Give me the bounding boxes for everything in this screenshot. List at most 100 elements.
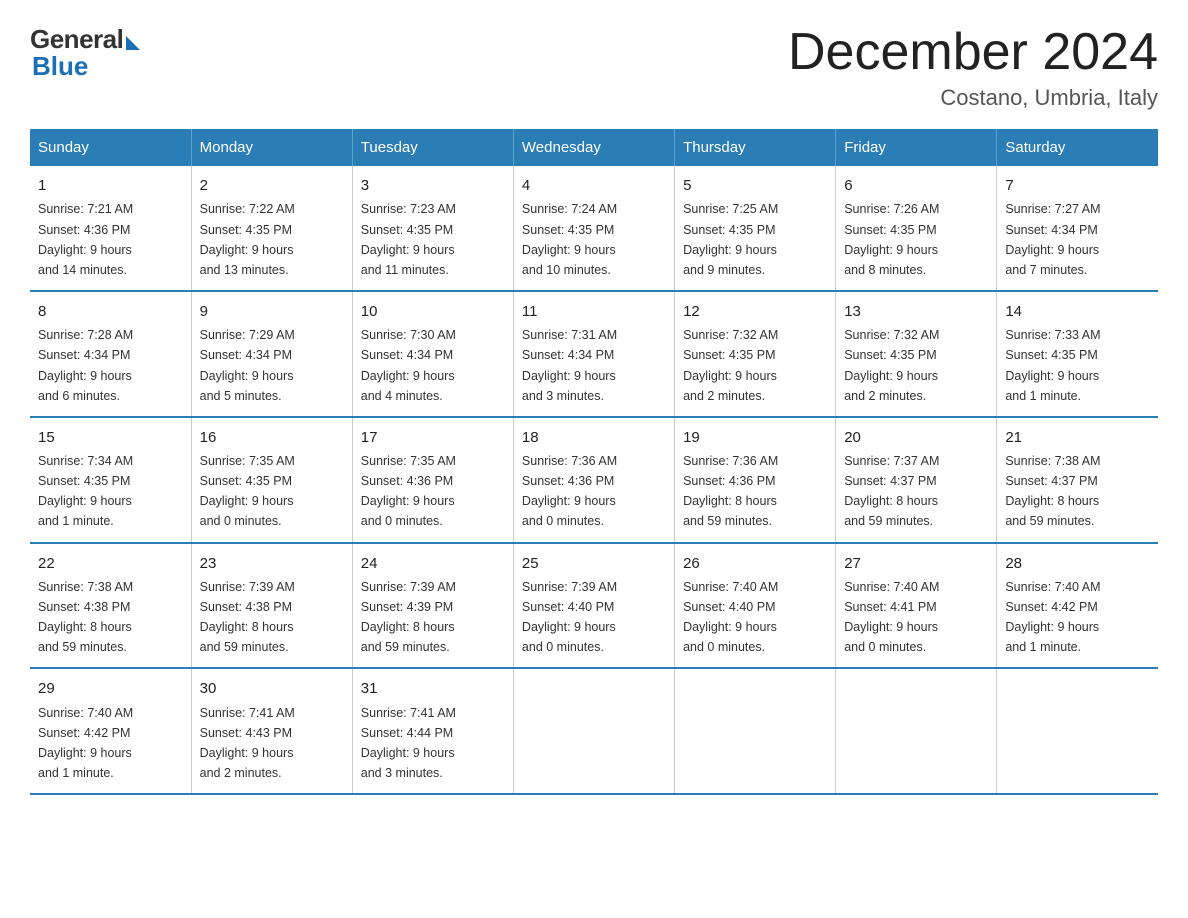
title-block: December 2024 Costano, Umbria, Italy [788,24,1158,111]
day-info: Sunrise: 7:23 AM Sunset: 4:35 PM Dayligh… [361,202,456,276]
day-info: Sunrise: 7:27 AM Sunset: 4:34 PM Dayligh… [1005,202,1100,276]
day-number: 2 [200,174,344,197]
day-number: 22 [38,552,183,575]
day-number: 31 [361,677,505,700]
calendar-cell: 18 Sunrise: 7:36 AM Sunset: 4:36 PM Dayli… [513,417,674,543]
page-header: General Blue December 2024 Costano, Umbr… [30,24,1158,111]
day-number: 4 [522,174,666,197]
day-info: Sunrise: 7:31 AM Sunset: 4:34 PM Dayligh… [522,328,617,402]
day-info: Sunrise: 7:24 AM Sunset: 4:35 PM Dayligh… [522,202,617,276]
day-number: 23 [200,552,344,575]
day-number: 3 [361,174,505,197]
calendar-week-row: 22Sunrise: 7:38 AM Sunset: 4:38 PM Dayli… [30,543,1158,669]
day-header-thursday: Thursday [675,129,836,166]
day-info: Sunrise: 7:41 AM Sunset: 4:43 PM Dayligh… [200,706,295,780]
day-header-monday: Monday [191,129,352,166]
calendar-cell: 23 Sunrise: 7:39 AM Sunset: 4:38 PM Dayli… [191,543,352,669]
day-info: Sunrise: 7:35 AM Sunset: 4:35 PM Dayligh… [200,454,295,528]
calendar-cell: 17 Sunrise: 7:35 AM Sunset: 4:36 PM Dayli… [352,417,513,543]
day-number: 20 [844,426,988,449]
day-number: 10 [361,300,505,323]
day-info: Sunrise: 7:34 AM Sunset: 4:35 PM Dayligh… [38,454,133,528]
calendar-cell: 22Sunrise: 7:38 AM Sunset: 4:38 PM Dayli… [30,543,191,669]
calendar-cell: 2 Sunrise: 7:22 AM Sunset: 4:35 PM Daylig… [191,166,352,291]
calendar-week-row: 8 Sunrise: 7:28 AM Sunset: 4:34 PM Daylig… [30,291,1158,417]
calendar-cell: 8 Sunrise: 7:28 AM Sunset: 4:34 PM Daylig… [30,291,191,417]
calendar-cell: 3 Sunrise: 7:23 AM Sunset: 4:35 PM Daylig… [352,166,513,291]
day-number: 11 [522,300,666,323]
calendar-cell: 7Sunrise: 7:27 AM Sunset: 4:34 PM Daylig… [997,166,1158,291]
logo-arrow-icon [126,36,140,50]
day-info: Sunrise: 7:40 AM Sunset: 4:42 PM Dayligh… [38,706,133,780]
day-header-friday: Friday [836,129,997,166]
day-info: Sunrise: 7:36 AM Sunset: 4:36 PM Dayligh… [522,454,617,528]
day-number: 30 [200,677,344,700]
day-number: 24 [361,552,505,575]
calendar-cell: 30 Sunrise: 7:41 AM Sunset: 4:43 PM Dayli… [191,668,352,794]
calendar-cell: 26Sunrise: 7:40 AM Sunset: 4:40 PM Dayli… [675,543,836,669]
day-info: Sunrise: 7:39 AM Sunset: 4:39 PM Dayligh… [361,580,456,654]
logo-blue-text: Blue [32,51,88,82]
day-info: Sunrise: 7:28 AM Sunset: 4:34 PM Dayligh… [38,328,133,402]
day-number: 13 [844,300,988,323]
day-info: Sunrise: 7:40 AM Sunset: 4:41 PM Dayligh… [844,580,939,654]
calendar-cell: 25 Sunrise: 7:39 AM Sunset: 4:40 PM Dayli… [513,543,674,669]
day-info: Sunrise: 7:40 AM Sunset: 4:42 PM Dayligh… [1005,580,1100,654]
calendar-cell: 10 Sunrise: 7:30 AM Sunset: 4:34 PM Dayli… [352,291,513,417]
calendar-cell [997,668,1158,794]
calendar-cell: 6Sunrise: 7:26 AM Sunset: 4:35 PM Daylig… [836,166,997,291]
calendar-cell: 16 Sunrise: 7:35 AM Sunset: 4:35 PM Dayli… [191,417,352,543]
day-info: Sunrise: 7:26 AM Sunset: 4:35 PM Dayligh… [844,202,939,276]
day-info: Sunrise: 7:39 AM Sunset: 4:38 PM Dayligh… [200,580,295,654]
day-info: Sunrise: 7:41 AM Sunset: 4:44 PM Dayligh… [361,706,456,780]
calendar-cell: 21 Sunrise: 7:38 AM Sunset: 4:37 PM Dayli… [997,417,1158,543]
month-title: December 2024 [788,24,1158,81]
calendar-cell [675,668,836,794]
calendar-cell: 27 Sunrise: 7:40 AM Sunset: 4:41 PM Dayli… [836,543,997,669]
day-header-saturday: Saturday [997,129,1158,166]
day-info: Sunrise: 7:35 AM Sunset: 4:36 PM Dayligh… [361,454,456,528]
day-header-tuesday: Tuesday [352,129,513,166]
calendar-cell: 1Sunrise: 7:21 AM Sunset: 4:36 PM Daylig… [30,166,191,291]
calendar-cell [836,668,997,794]
day-number: 28 [1005,552,1150,575]
day-info: Sunrise: 7:32 AM Sunset: 4:35 PM Dayligh… [844,328,939,402]
calendar-cell: 12Sunrise: 7:32 AM Sunset: 4:35 PM Dayli… [675,291,836,417]
calendar-cell: 24 Sunrise: 7:39 AM Sunset: 4:39 PM Dayli… [352,543,513,669]
day-info: Sunrise: 7:25 AM Sunset: 4:35 PM Dayligh… [683,202,778,276]
calendar-cell: 19 Sunrise: 7:36 AM Sunset: 4:36 PM Dayli… [675,417,836,543]
calendar-cell: 9Sunrise: 7:29 AM Sunset: 4:34 PM Daylig… [191,291,352,417]
day-info: Sunrise: 7:39 AM Sunset: 4:40 PM Dayligh… [522,580,617,654]
day-number: 26 [683,552,827,575]
calendar-cell: 11 Sunrise: 7:31 AM Sunset: 4:34 PM Dayli… [513,291,674,417]
calendar-cell: 13 Sunrise: 7:32 AM Sunset: 4:35 PM Dayli… [836,291,997,417]
day-number: 27 [844,552,988,575]
day-number: 21 [1005,426,1150,449]
calendar-table: SundayMondayTuesdayWednesdayThursdayFrid… [30,129,1158,795]
day-info: Sunrise: 7:30 AM Sunset: 4:34 PM Dayligh… [361,328,456,402]
day-number: 15 [38,426,183,449]
calendar-header-row: SundayMondayTuesdayWednesdayThursdayFrid… [30,129,1158,166]
calendar-cell: 31 Sunrise: 7:41 AM Sunset: 4:44 PM Dayli… [352,668,513,794]
calendar-cell: 28 Sunrise: 7:40 AM Sunset: 4:42 PM Dayli… [997,543,1158,669]
day-number: 14 [1005,300,1150,323]
location-text: Costano, Umbria, Italy [788,85,1158,111]
calendar-cell: 5Sunrise: 7:25 AM Sunset: 4:35 PM Daylig… [675,166,836,291]
calendar-cell: 14Sunrise: 7:33 AM Sunset: 4:35 PM Dayli… [997,291,1158,417]
day-number: 19 [683,426,827,449]
day-info: Sunrise: 7:21 AM Sunset: 4:36 PM Dayligh… [38,202,133,276]
day-number: 18 [522,426,666,449]
day-number: 25 [522,552,666,575]
day-info: Sunrise: 7:38 AM Sunset: 4:37 PM Dayligh… [1005,454,1100,528]
day-number: 8 [38,300,183,323]
day-number: 17 [361,426,505,449]
day-info: Sunrise: 7:32 AM Sunset: 4:35 PM Dayligh… [683,328,778,402]
day-info: Sunrise: 7:37 AM Sunset: 4:37 PM Dayligh… [844,454,939,528]
calendar-cell [513,668,674,794]
day-info: Sunrise: 7:22 AM Sunset: 4:35 PM Dayligh… [200,202,295,276]
day-number: 16 [200,426,344,449]
day-info: Sunrise: 7:36 AM Sunset: 4:36 PM Dayligh… [683,454,778,528]
calendar-week-row: 15 Sunrise: 7:34 AM Sunset: 4:35 PM Dayli… [30,417,1158,543]
day-header-wednesday: Wednesday [513,129,674,166]
day-info: Sunrise: 7:29 AM Sunset: 4:34 PM Dayligh… [200,328,295,402]
